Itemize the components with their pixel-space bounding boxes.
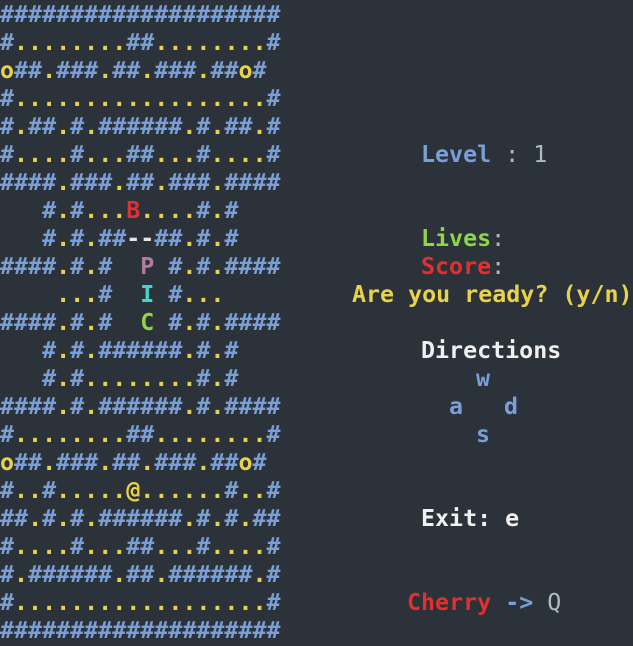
maze-row: #.#.##--##.#.# [42,225,239,252]
direction-right-key: d [504,393,519,420]
ghost-pinky: P [140,253,155,280]
maze-row: ####.#.######.#.#### [0,393,281,420]
cherry-label: Cherry [407,589,492,616]
score-label: Score [421,253,492,280]
lives-label: Lives [421,225,492,252]
score-row: Score: [421,253,505,281]
direction-up-key: w [476,365,491,392]
power-pellet: o [238,57,253,84]
level-separator: : [491,141,534,168]
maze-row: #........##........# [0,29,281,56]
power-pellet: o [238,449,253,476]
exit-label: Exit: [421,505,492,532]
maze-row: o##.###.##.###.##o# [0,449,267,476]
level-label: Level [421,141,492,168]
ready-prompt: Are you ready? (y/n) [352,281,633,308]
exit-row: Exit: e [421,505,519,533]
power-pellet: o [0,449,15,476]
maze-row: #.######.##.######.# [0,561,281,588]
maze-row: ####.#.# P #.#.#### [0,253,281,280]
ghost-inky: I [140,281,155,308]
maze-row: #....#...##...#....# [0,533,281,560]
maze-row: ##.#.#.######.#.#.## [0,505,281,532]
maze-row: ...# I #... [56,281,225,308]
power-pellet: o [0,57,15,84]
directions-title: Directions [421,337,562,364]
direction-down-key: s [476,421,491,448]
maze-row: #....#...##...#....# [0,141,281,168]
maze-row: #..................# [0,85,281,112]
pacman-player: @ [126,477,141,504]
maze-row: #.#........#.# [42,365,239,392]
maze-row: ####.#.# C #.#.#### [0,309,281,336]
lives-row: Lives: [421,225,505,253]
maze-row: #........##........# [0,421,281,448]
cherry-arrow: -> [505,589,534,616]
score-separator: : [491,253,506,280]
maze-row: #################### [0,617,281,644]
maze-row: #################### [0,1,281,28]
maze-row: #.#...B....#.# [42,197,239,224]
exit-key: e [505,505,520,532]
maze-row: ####.###.##.###.#### [0,169,281,196]
maze-row: #.##.#.######.#.##.# [0,113,281,140]
maze-row: #..................# [0,589,281,616]
level-value: 1 [533,141,548,168]
ghost-clyde: C [140,309,155,336]
level-row: Level : 1 [421,141,547,169]
cherry-row: Cherry -> Q [407,589,561,617]
maze-row: #..#.....@......#..# [0,477,281,504]
maze-row: o##.###.##.###.##o# [0,57,267,84]
cherry-symbol: Q [547,589,562,616]
ghost-blinky: B [126,197,141,224]
lives-separator: : [491,225,506,252]
maze-row: #.#.######.#.# [42,337,239,364]
direction-left-key: a [449,393,464,420]
